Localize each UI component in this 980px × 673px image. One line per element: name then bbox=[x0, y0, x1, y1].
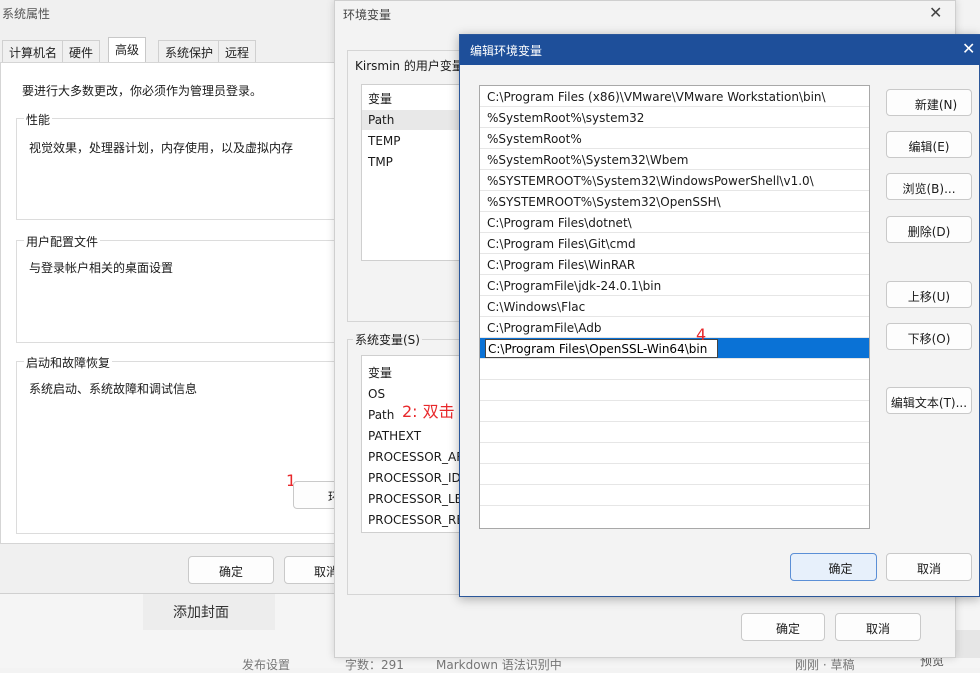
delete-button[interactable]: 删除(D) bbox=[886, 216, 972, 243]
tab-advanced[interactable]: 高级 bbox=[108, 37, 147, 63]
tab-remote[interactable]: 远程 bbox=[218, 40, 257, 62]
list-item[interactable]: Path bbox=[368, 408, 394, 422]
ok-button[interactable]: 确定 bbox=[790, 553, 877, 581]
list-item-selected[interactable]: C:\Program Files\OpenSSL-Win64\bin bbox=[480, 338, 869, 359]
list-item-empty[interactable] bbox=[480, 401, 869, 422]
list-item[interactable]: TEMP bbox=[368, 134, 401, 148]
system-variables-list[interactable]: 变量 OS Path PATHEXT PROCESSOR_AR PROCESSO… bbox=[361, 355, 471, 533]
list-item-empty[interactable] bbox=[480, 464, 869, 485]
list-item[interactable]: PROCESSOR_AR bbox=[368, 450, 465, 464]
user-profiles-group: 用户配置文件 与登录帐户相关的桌面设置 bbox=[16, 233, 346, 343]
list-item[interactable]: C:\Program Files\WinRAR bbox=[480, 254, 869, 275]
list-item[interactable]: C:\Program Files\Git\cmd bbox=[480, 233, 869, 254]
path-edit-input[interactable]: C:\Program Files\OpenSSL-Win64\bin bbox=[485, 339, 718, 358]
annotation-4: 4 bbox=[696, 325, 707, 344]
list-item[interactable]: C:\ProgramFile\Adb bbox=[480, 317, 869, 338]
move-up-button[interactable]: 上移(U) bbox=[886, 281, 972, 308]
publish-settings-link[interactable]: 发布设置 bbox=[242, 656, 290, 673]
saved-status: 刚刚 · 草稿 bbox=[795, 658, 855, 672]
browse-button[interactable]: 浏览(B)... bbox=[886, 173, 972, 200]
user-profiles-desc: 与登录帐户相关的桌面设置 bbox=[29, 261, 174, 275]
list-item[interactable]: %SystemRoot% bbox=[480, 128, 869, 149]
window-title: 编辑环境变量 bbox=[470, 44, 543, 58]
edit-button[interactable]: 编辑(E) bbox=[886, 131, 972, 158]
cancel-button[interactable]: 取消 bbox=[886, 553, 972, 581]
list-item[interactable]: PATHEXT bbox=[368, 429, 421, 443]
list-item[interactable]: PROCESSOR_IDE bbox=[368, 471, 468, 485]
title-bar: 编辑环境变量 ✕ bbox=[460, 35, 980, 65]
list-item[interactable]: PROCESSOR_LEV bbox=[368, 492, 470, 506]
list-item[interactable]: Path bbox=[368, 113, 394, 127]
new-button[interactable]: 新建(N) bbox=[886, 89, 972, 116]
list-item[interactable]: TMP bbox=[368, 155, 393, 169]
edit-environment-variable-window: 编辑环境变量 ✕ C:\Program Files (x86)\VMware\V… bbox=[459, 34, 980, 597]
ok-button[interactable]: 确定 bbox=[741, 613, 825, 641]
tab-system-protection[interactable]: 系统保护 bbox=[158, 40, 221, 62]
list-item[interactable]: %SystemRoot%\system32 bbox=[480, 107, 869, 128]
startup-recovery-desc: 系统启动、系统故障和调试信息 bbox=[29, 382, 198, 396]
advanced-panel: 要进行大多数更改，你必须作为管理员登录。 性能 视觉效果，处理器计划，内存使用，… bbox=[0, 62, 353, 544]
path-list[interactable]: C:\Program Files (x86)\VMware\VMware Wor… bbox=[479, 85, 870, 529]
word-count: 字数：291 bbox=[345, 658, 404, 672]
list-item[interactable]: C:\Program Files (x86)\VMware\VMware Wor… bbox=[480, 86, 869, 107]
system-properties-window: 系统属性 计算机名 硬件 高级 系统保护 远程 要进行大多数更改，你必须作为管理… bbox=[0, 0, 370, 594]
list-item[interactable]: %SYSTEMROOT%\System32\OpenSSH\ bbox=[480, 191, 869, 212]
list-item[interactable]: %SYSTEMROOT%\System32\WindowsPowerShell\… bbox=[480, 170, 869, 191]
list-item-empty[interactable] bbox=[480, 359, 869, 380]
list-item-empty[interactable] bbox=[480, 506, 869, 527]
markdown-status: Markdown 语法识别中 bbox=[436, 658, 562, 672]
user-variables-title: Kirsmin 的用户变量 bbox=[353, 57, 466, 74]
performance-group: 性能 视觉效果，处理器计划，内存使用，以及虚拟内存 bbox=[16, 111, 346, 220]
list-item[interactable]: C:\Program Files\dotnet\ bbox=[480, 212, 869, 233]
tab-computer-name[interactable]: 计算机名 bbox=[2, 40, 65, 62]
list-header: 变量 bbox=[368, 92, 393, 106]
cancel-button[interactable]: 取消 bbox=[835, 613, 921, 641]
close-icon[interactable]: ✕ bbox=[929, 3, 942, 22]
list-item[interactable]: OS bbox=[368, 387, 385, 401]
user-profiles-title: 用户配置文件 bbox=[24, 233, 101, 250]
annotation-2: 2: 双击 bbox=[402, 402, 455, 421]
list-item[interactable]: C:\Windows\Flac bbox=[480, 296, 869, 317]
system-variables-title: 系统变量(S) bbox=[353, 331, 422, 348]
add-cover-label: 添加封面 bbox=[173, 605, 229, 621]
list-header: 变量 bbox=[368, 366, 393, 380]
list-item[interactable]: %SystemRoot%\System32\Wbem bbox=[480, 149, 869, 170]
close-icon[interactable]: ✕ bbox=[962, 39, 975, 58]
list-item-empty[interactable] bbox=[480, 422, 869, 443]
add-cover-button[interactable]: 添加封面 bbox=[143, 594, 275, 630]
admin-note: 要进行大多数更改，你必须作为管理员登录。 bbox=[22, 84, 263, 98]
startup-recovery-title: 启动和故障恢复 bbox=[24, 354, 113, 371]
list-item-empty[interactable] bbox=[480, 485, 869, 506]
list-item-empty[interactable] bbox=[480, 380, 869, 401]
list-item[interactable]: C:\ProgramFile\jdk-24.0.1\bin bbox=[480, 275, 869, 296]
list-item[interactable]: PROCESSOR_RE bbox=[368, 513, 464, 527]
user-variables-list[interactable]: 变量 Path TEMP TMP bbox=[361, 84, 472, 261]
list-item-empty[interactable] bbox=[480, 443, 869, 464]
ok-button[interactable]: 确定 bbox=[188, 556, 274, 584]
edit-text-button[interactable]: 编辑文本(T)... bbox=[886, 387, 972, 414]
performance-desc: 视觉效果，处理器计划，内存使用，以及虚拟内存 bbox=[29, 141, 294, 155]
window-title: 环境变量 bbox=[343, 8, 392, 22]
performance-title: 性能 bbox=[24, 111, 53, 128]
move-down-button[interactable]: 下移(O) bbox=[886, 323, 972, 350]
window-title: 系统属性 bbox=[2, 7, 51, 21]
tab-bar: 计算机名 硬件 高级 系统保护 远程 bbox=[0, 37, 340, 63]
tab-hardware[interactable]: 硬件 bbox=[62, 40, 101, 62]
